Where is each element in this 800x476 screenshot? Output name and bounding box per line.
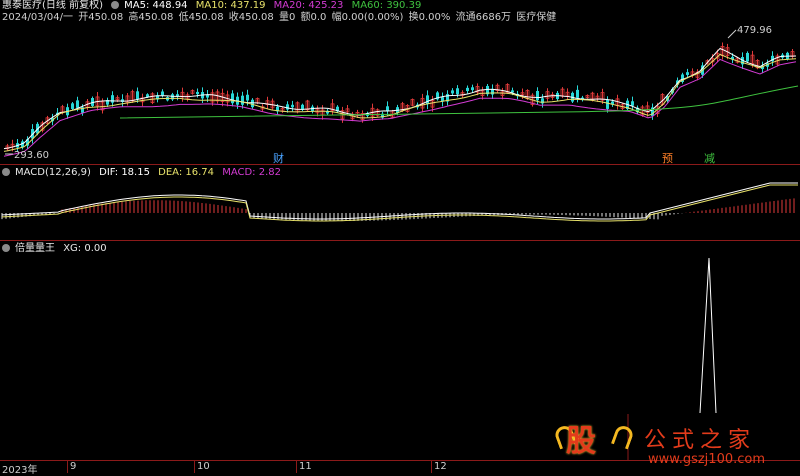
header-row: 惠泰医疗(日线 前复权) MA5: 448.94 MA10: 437.19 MA… xyxy=(2,0,426,12)
info-high: 高450.08 xyxy=(128,12,174,23)
candle-body xyxy=(71,103,74,109)
x-axis-label-year: 2023年 xyxy=(2,465,38,476)
x-axis-tick xyxy=(194,461,195,473)
high-arrow xyxy=(727,29,737,39)
info-amount: 额0.0 xyxy=(300,12,327,23)
candle-body xyxy=(536,90,539,101)
macd-title[interactable]: MACD(12,26,9) xyxy=(15,167,91,178)
candle-body xyxy=(456,88,459,95)
logo-title: 公式之家 xyxy=(644,428,757,453)
candle-body xyxy=(251,99,254,108)
x-axis-label-nov: 11 xyxy=(299,461,312,472)
ma20-label: MA20: 425.23 xyxy=(273,0,344,11)
macd-dea: DEA: 16.74 xyxy=(158,167,214,178)
candle-body xyxy=(541,98,544,104)
candle-body xyxy=(631,101,634,106)
candle-body xyxy=(76,100,79,108)
pane-separator-indicator[interactable] xyxy=(0,240,800,241)
macd-dif: DIF: 18.15 xyxy=(99,167,150,178)
indicator-name[interactable]: 倍量量王 xyxy=(15,243,55,254)
period-label[interactable]: (日线 前复权) xyxy=(42,0,103,11)
info-low: 低450.08 xyxy=(178,12,224,23)
candle-body xyxy=(196,91,199,95)
indicator-xg: XG: 0.00 xyxy=(63,243,107,254)
xg-spike xyxy=(699,257,717,414)
candle-body xyxy=(746,52,749,62)
x-axis-label-oct: 10 xyxy=(197,461,210,472)
info-vol: 量0 xyxy=(278,12,296,23)
candle-body xyxy=(451,90,454,94)
site-watermark-logo: 股 公式之家 www.gszj100.com xyxy=(552,416,796,472)
info-industry: 医疗保健 xyxy=(516,12,557,23)
x-axis-tick xyxy=(431,461,432,473)
candle-body xyxy=(386,106,389,112)
ma60-label: MA60: 390.39 xyxy=(351,0,422,11)
candle-body xyxy=(291,104,294,108)
candle-body xyxy=(241,95,244,105)
macd-header: MACD(12,26,9) DIF: 18.15 DEA: 16.74 MACD… xyxy=(2,167,286,179)
info-turnover: 换0.00% xyxy=(408,12,451,23)
x-axis-label-dec: 12 xyxy=(434,461,447,472)
info-date: 2024/03/04/一 xyxy=(2,12,74,23)
indicator-header: 倍量量王 XG: 0.00 xyxy=(2,243,112,255)
candle-body xyxy=(426,95,429,105)
candle-body xyxy=(511,90,514,93)
candle-body xyxy=(471,87,474,91)
candle-body xyxy=(111,95,114,103)
candle-body xyxy=(286,104,289,110)
candle-body xyxy=(161,91,164,96)
logo-url: www.gszj100.com xyxy=(648,452,766,467)
candle-body xyxy=(606,99,609,109)
macd-settings-icon[interactable] xyxy=(2,168,10,176)
candle-body xyxy=(136,91,139,99)
settings-circle-icon[interactable] xyxy=(111,1,120,9)
kline-chart[interactable] xyxy=(0,0,800,473)
ma10-label: MA10: 437.19 xyxy=(195,0,266,11)
candle-body xyxy=(231,93,234,104)
x-axis-label-sep: 9 xyxy=(70,461,77,472)
ma5-label: MA5: 448.94 xyxy=(124,0,188,11)
info-line: 2024/03/04/一 开450.08 高450.08 低450.08 收45… xyxy=(2,12,561,24)
pane-separator-macd[interactable] xyxy=(0,164,800,165)
info-change: 幅0.00(0.00%) xyxy=(331,12,404,23)
candle-body xyxy=(686,72,689,75)
high-price-label: 479.96 xyxy=(737,25,772,36)
x-axis-tick xyxy=(67,461,68,473)
candle-body xyxy=(466,87,469,92)
info-open: 开450.08 xyxy=(78,12,124,23)
horn-right-icon xyxy=(610,423,636,450)
info-close: 收450.08 xyxy=(228,12,274,23)
candle-body xyxy=(246,94,249,101)
info-float: 流通6686万 xyxy=(455,12,512,23)
low-price-label: 293.60 xyxy=(14,150,49,161)
x-axis-tick xyxy=(296,461,297,473)
indicator-settings-icon[interactable] xyxy=(2,244,10,252)
candle-body xyxy=(576,89,579,98)
macd-value: MACD: 2.82 xyxy=(222,167,281,178)
logo-big-char: 股 xyxy=(566,424,596,459)
stock-name[interactable]: 惠泰医疗 xyxy=(2,0,42,11)
